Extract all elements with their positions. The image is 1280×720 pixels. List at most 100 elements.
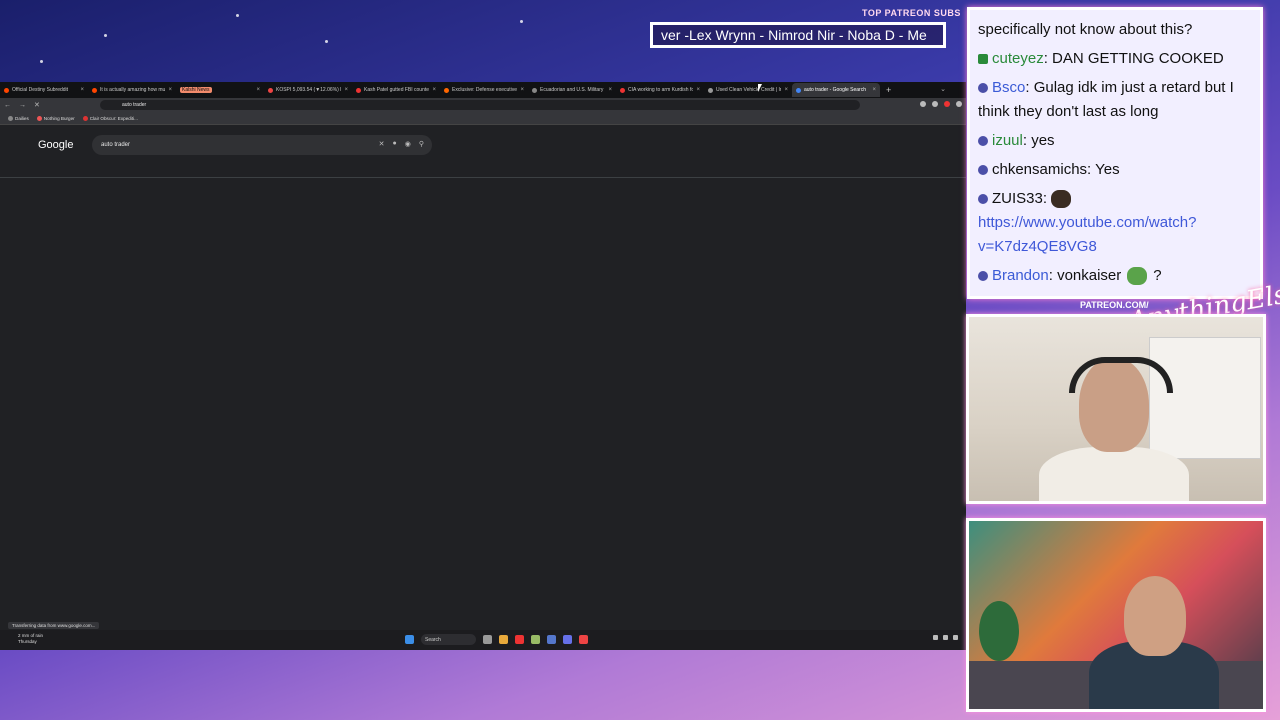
tab-label: Kash Patel gutted FBI counterin	[364, 87, 430, 93]
chat-username[interactable]: cuteyez	[992, 50, 1044, 67]
tab-close-icon[interactable]: ×	[429, 87, 436, 93]
tab-search-icon[interactable]: ⌄	[940, 85, 946, 93]
bookmark-2[interactable]: Clair Obscur: Expediti...	[82, 115, 138, 121]
extension-icon[interactable]	[920, 101, 926, 107]
star-decoration	[325, 40, 328, 43]
dresser	[1149, 337, 1261, 459]
tab-favicon-icon	[4, 87, 9, 93]
profile-icon[interactable]	[944, 101, 950, 107]
tab-close-icon[interactable]: ×	[253, 87, 260, 93]
chat-message: Bsco: Gulag idk im just a retard but I t…	[978, 76, 1252, 124]
explorer-icon[interactable]	[499, 635, 508, 644]
taskbar-search[interactable]: Search	[421, 634, 476, 645]
download-icon[interactable]	[932, 101, 938, 107]
start-icon[interactable]	[405, 635, 414, 644]
forward-icon[interactable]: →	[19, 102, 26, 109]
chat-badge-icon	[978, 136, 988, 147]
patreon-subs-ticker: ver -Lex Wrynn - Nimrod Nir - Noba D - M…	[650, 22, 946, 48]
chat-username[interactable]: izuul	[992, 132, 1023, 149]
guest-face	[1124, 576, 1186, 656]
chrome-icon[interactable]	[515, 635, 524, 644]
chat-text: Yes	[1095, 161, 1120, 178]
new-tab-button[interactable]: +	[886, 85, 891, 95]
chat-separator: :	[1048, 267, 1058, 284]
bookmark-label: Clair Obscur: Expediti...	[89, 115, 138, 121]
system-tray	[933, 635, 958, 640]
chat-username[interactable]: Brandon	[992, 267, 1049, 284]
bookmark-1[interactable]: Nothing Burger	[36, 115, 75, 121]
address-bar[interactable]: auto trader	[100, 100, 860, 110]
chat-username[interactable]: ZUIS33	[992, 190, 1043, 207]
tab-6[interactable]: Ecuadorian and U.S. Military Fo ×	[528, 83, 616, 97]
bookmark-0[interactable]: Dailies	[8, 115, 29, 121]
tab-2[interactable]: Kalshi News ×	[176, 83, 264, 97]
tab-label: Ecuadorian and U.S. Military Fo	[540, 87, 606, 93]
chat-username[interactable]: chkensamichs	[992, 161, 1087, 178]
status-bar: Transferring data from www.google.com...	[8, 622, 100, 629]
star-decoration	[236, 14, 239, 17]
menu-icon[interactable]	[956, 101, 962, 107]
tab-label: CIA working to arm Kurdish fo	[628, 87, 694, 93]
back-icon[interactable]: ←	[4, 102, 11, 109]
tab-3[interactable]: KOSPI 5,093.54 (▼12.06%) KOS×	[264, 83, 352, 97]
tab-close-icon[interactable]: ×	[77, 87, 84, 93]
tab-close-icon[interactable]: ×	[605, 87, 612, 93]
tab-close-icon[interactable]: ×	[341, 87, 348, 93]
reload-icon[interactable]: ✕	[34, 101, 40, 109]
google-logo[interactable]: Google	[38, 139, 73, 151]
tab-8[interactable]: Used Clean Vehicle Credit | Inte ×	[704, 83, 792, 97]
network-icon[interactable]	[943, 635, 948, 640]
tab-9[interactable]: auto trader - Google Search ×	[792, 83, 880, 97]
tab-4[interactable]: Kash Patel gutted FBI counterin ×	[352, 83, 440, 97]
task-view-icon[interactable]	[483, 635, 492, 644]
address-text: auto trader	[122, 102, 147, 108]
search-icon[interactable]: ⚲	[419, 140, 424, 148]
bookmark-label: Dailies	[15, 115, 29, 121]
chat-badge-icon	[978, 54, 988, 65]
chat-username[interactable]: Bsco	[992, 79, 1025, 96]
tab-close-icon[interactable]: ×	[517, 87, 524, 93]
search-input[interactable]: auto trader ✕ ● ◉ ⚲	[92, 135, 432, 155]
chat-text: vonkaiser	[1057, 267, 1122, 284]
tab-close-icon[interactable]: ×	[781, 87, 788, 93]
volume-icon[interactable]	[953, 635, 958, 640]
tab-1[interactable]: It is actually amazing how muc ×	[88, 83, 176, 97]
bookmarks-bar: Dailies Nothing Burger Clair Obscur: Exped…	[0, 112, 966, 125]
tab-close-icon[interactable]: ×	[165, 87, 172, 93]
windows-taskbar: 2 mm of rain Thursday Search	[0, 630, 966, 650]
chat-separator: :	[1043, 50, 1053, 67]
obs-icon[interactable]	[579, 635, 588, 644]
tab-favicon-icon	[620, 87, 625, 93]
app-icon[interactable]	[531, 635, 540, 644]
headphones-icon	[1069, 357, 1173, 393]
steam-icon[interactable]	[547, 635, 556, 644]
tab-label: Official Destiny Subreddit	[12, 87, 69, 93]
bookmark-icon	[8, 115, 13, 121]
clear-icon[interactable]: ✕	[379, 140, 385, 148]
tab-favicon-icon	[708, 87, 713, 93]
chat-text: yes	[1031, 132, 1055, 149]
chat-message: Brandon: vonkaiser?	[978, 264, 1252, 288]
tab-favicon-icon	[92, 87, 97, 93]
tab-close-icon[interactable]: ×	[869, 87, 876, 93]
tab-5[interactable]: Exclusive: Defense executives p ×	[440, 83, 528, 97]
chat-text: specifically not know about this?	[978, 21, 1193, 38]
chat-message: izuul: yes	[978, 129, 1252, 153]
browser-toolbar: ← → ✕ auto trader	[0, 98, 966, 112]
tab-7[interactable]: CIA working to arm Kurdish fo ×	[616, 83, 704, 97]
tray-chevron-icon[interactable]	[933, 635, 938, 640]
star-decoration	[40, 60, 43, 63]
tab-close-icon[interactable]: ×	[693, 87, 700, 93]
webcam-guest	[966, 518, 1266, 712]
tab-favicon-icon	[532, 87, 537, 93]
tab-0[interactable]: Official Destiny Subreddit ×	[0, 83, 88, 97]
chat-link[interactable]: https://www.youtube.com/watch?v=K7dz4QE8…	[978, 214, 1196, 255]
weather-widget[interactable]: 2 mm of rain Thursday	[18, 633, 43, 645]
mic-icon[interactable]: ●	[393, 140, 397, 148]
camera-icon[interactable]: ◉	[405, 140, 411, 148]
chat-text: DAN GETTING COOKED	[1052, 50, 1224, 67]
chat-separator: :	[1042, 190, 1052, 207]
browser-window: Official Destiny Subreddit × It is actuall…	[0, 82, 966, 650]
discord-icon[interactable]	[563, 635, 572, 644]
taskbar-search-label: Search	[425, 636, 441, 643]
